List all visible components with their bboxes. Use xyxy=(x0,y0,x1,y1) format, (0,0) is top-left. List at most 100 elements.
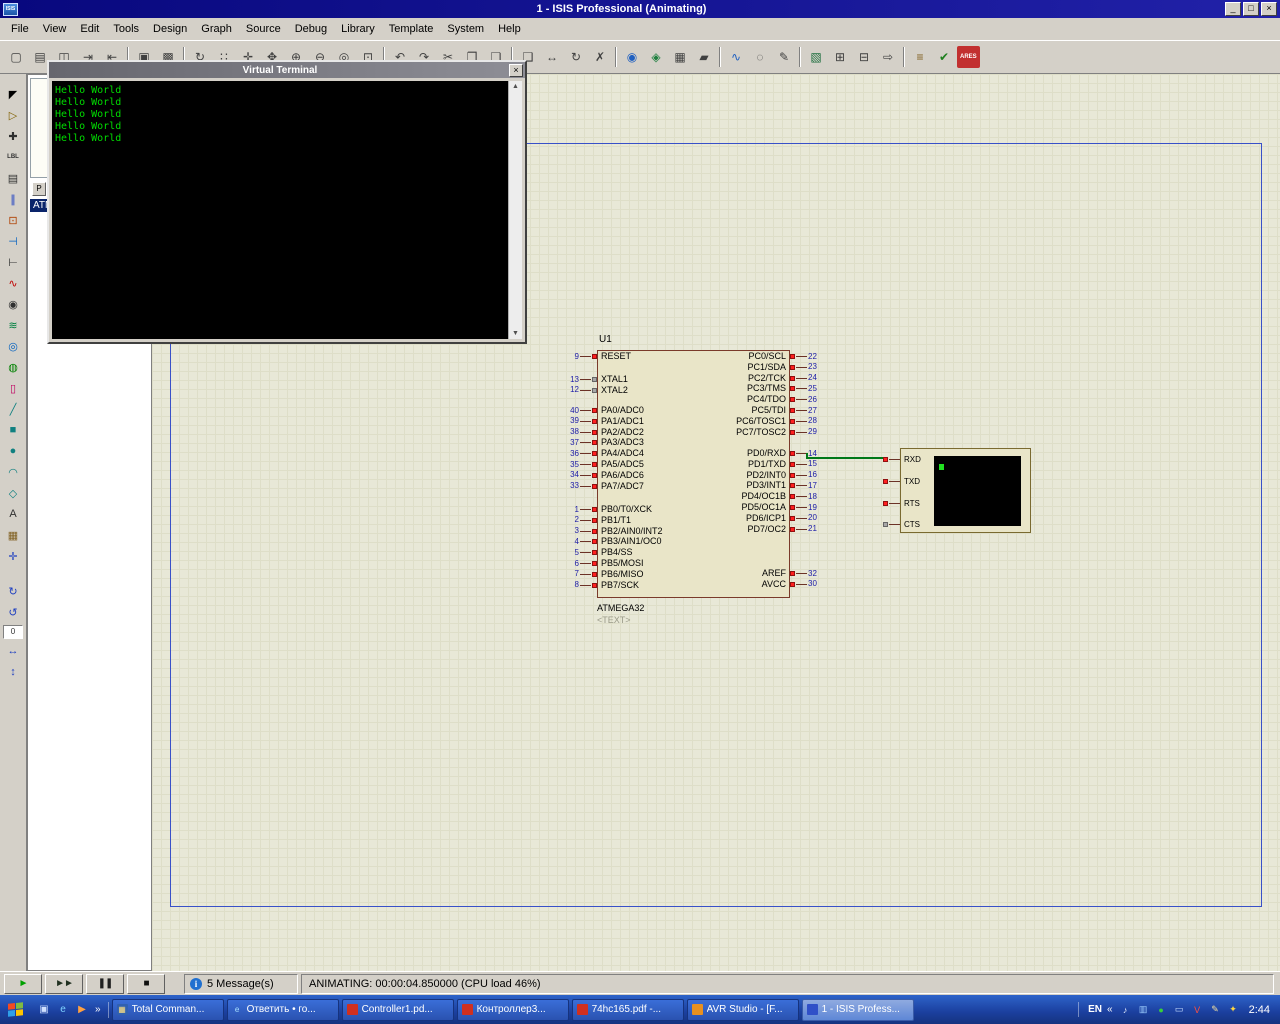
terminal-pin-rxd[interactable] xyxy=(883,455,901,464)
taskbar-task[interactable]: Контроллер3... xyxy=(457,999,569,1021)
2d-marker-icon[interactable]: ✛ xyxy=(2,546,24,566)
subcircuit-mode-icon[interactable]: ⊡ xyxy=(2,210,24,230)
menu-tools[interactable]: Tools xyxy=(106,20,146,38)
pin-reset[interactable]: 9 xyxy=(553,352,597,361)
pin-pc0-scl[interactable]: 22 xyxy=(790,352,834,361)
pin-pb7-sck[interactable]: 8 xyxy=(553,581,597,590)
netlist-to-ares-icon[interactable]: ARES xyxy=(957,46,980,68)
menu-view[interactable]: View xyxy=(36,20,74,38)
stop-button[interactable]: ■ xyxy=(127,974,165,994)
packaging-tool-icon[interactable]: ▦ xyxy=(669,46,691,68)
virtual-terminal-window[interactable]: Virtual Terminal × Hello WorldHello Worl… xyxy=(47,60,527,344)
taskbar-task[interactable]: Controller1.pd... xyxy=(342,999,454,1021)
menu-library[interactable]: Library xyxy=(334,20,382,38)
pin-pc4-tdo[interactable]: 26 xyxy=(790,395,834,404)
virtual-terminal-titlebar[interactable]: Virtual Terminal × xyxy=(49,62,525,78)
maximize-button[interactable]: □ xyxy=(1243,2,1259,16)
terminal-pin-cts[interactable] xyxy=(883,520,901,529)
tray-collapse-chevron[interactable]: « xyxy=(1107,1004,1113,1015)
taskbar-task[interactable]: ▦Total Comman... xyxy=(112,999,224,1021)
pin-pb6-miso[interactable]: 7 xyxy=(553,570,597,579)
virtual-terminal-output[interactable]: Hello WorldHello WorldHello WorldHello W… xyxy=(52,81,508,339)
new-sheet-icon[interactable]: ⊞ xyxy=(829,46,851,68)
pin-pd1-txd[interactable]: 15 xyxy=(790,460,834,469)
pin-aref[interactable]: 32 xyxy=(790,569,834,578)
message-panel[interactable]: i 5 Message(s) xyxy=(184,974,298,994)
quick-launch-chevron-icon[interactable]: » xyxy=(93,1004,103,1015)
pin-pa2-adc2[interactable]: 38 xyxy=(553,428,597,437)
menu-edit[interactable]: Edit xyxy=(73,20,106,38)
scroll-down-icon[interactable]: ▼ xyxy=(512,328,519,339)
wire-pd0-to-rxd[interactable] xyxy=(806,457,884,459)
component-virtual-terminal[interactable]: RXDTXDRTSCTS xyxy=(900,448,1031,533)
close-icon[interactable]: × xyxy=(509,64,523,77)
search-tag-icon[interactable]: ◌ xyxy=(749,46,771,68)
device-pins-mode-icon[interactable]: ⊢ xyxy=(2,252,24,272)
buses-mode-icon[interactable]: ∥ xyxy=(2,189,24,209)
pin-pc1-sda[interactable]: 23 xyxy=(790,363,834,372)
menu-system[interactable]: System xyxy=(440,20,491,38)
menu-source[interactable]: Source xyxy=(239,20,288,38)
play-button[interactable]: ► xyxy=(4,974,42,994)
pin-pd7-oc2[interactable]: 21 xyxy=(790,525,834,534)
pin-pa1-adc1[interactable]: 39 xyxy=(553,417,597,426)
terminal-pin-txd[interactable] xyxy=(883,477,901,486)
messenger-icon[interactable]: ✦ xyxy=(1226,1002,1241,1017)
graph-mode-icon[interactable]: ∿ xyxy=(2,273,24,293)
menu-file[interactable]: File xyxy=(4,20,36,38)
language-indicator[interactable]: EN xyxy=(1088,1004,1102,1015)
pin-pd5-oc1a[interactable]: 19 xyxy=(790,503,834,512)
step-button[interactable]: ►► xyxy=(45,974,83,994)
2d-path-icon[interactable]: ◇ xyxy=(2,483,24,503)
minimize-button[interactable]: _ xyxy=(1225,2,1241,16)
electrical-rules-check-icon[interactable]: ✔ xyxy=(933,46,955,68)
pin-xtal1[interactable]: 13 xyxy=(553,375,597,384)
pin-pc3-tms[interactable]: 25 xyxy=(790,384,834,393)
rotate-anticlockwise-icon[interactable]: ↺ xyxy=(2,602,24,622)
new-design-icon[interactable]: ▢ xyxy=(5,46,27,68)
pin-pd2-int0[interactable]: 16 xyxy=(790,471,834,480)
pin-pc6-tosc1[interactable]: 28 xyxy=(790,417,834,426)
pin-pb0-t0-xck[interactable]: 1 xyxy=(553,505,597,514)
2d-box-icon[interactable]: ■ xyxy=(2,420,24,440)
decompose-icon[interactable]: ▰ xyxy=(693,46,715,68)
volume-icon[interactable]: ♪ xyxy=(1118,1002,1133,1017)
pin-pc2-tck[interactable]: 24 xyxy=(790,374,834,383)
block-delete-icon[interactable]: ✗ xyxy=(589,46,611,68)
current-probe-mode-icon[interactable]: ◍ xyxy=(2,357,24,377)
pin-pd6-icp1[interactable]: 20 xyxy=(790,514,834,523)
pin-pb4-ss[interactable]: 5 xyxy=(553,548,597,557)
pin-pa3-adc3[interactable]: 37 xyxy=(553,438,597,447)
green-status-icon[interactable]: ● xyxy=(1154,1002,1169,1017)
pin-pb3-ain1-oc0[interactable]: 4 xyxy=(553,537,597,546)
pin-pb1-t1[interactable]: 2 xyxy=(553,516,597,525)
close-button[interactable]: × xyxy=(1261,2,1277,16)
pin-pc7-tosc2[interactable]: 29 xyxy=(790,428,834,437)
mirror-horizontal-icon[interactable]: ↔ xyxy=(2,641,24,661)
property-assignment-icon[interactable]: ✎ xyxy=(773,46,795,68)
mirror-vertical-icon[interactable]: ↕ xyxy=(2,662,24,682)
pick-parts-icon[interactable]: ◉ xyxy=(621,46,643,68)
menu-template[interactable]: Template xyxy=(382,20,441,38)
pin-pb5-mosi[interactable]: 6 xyxy=(553,559,597,568)
goto-sheet-icon[interactable]: ⇨ xyxy=(877,46,899,68)
block-move-icon[interactable]: ↔ xyxy=(541,46,563,68)
pause-button[interactable]: ❚❚ xyxy=(86,974,124,994)
pin-pa7-adc7[interactable]: 33 xyxy=(553,482,597,491)
2d-arc-icon[interactable]: ◠ xyxy=(2,462,24,482)
taskbar-task[interactable]: AVR Studio - [F... xyxy=(687,999,799,1021)
pick-devices-button[interactable]: P xyxy=(32,182,46,196)
text-script-mode-icon[interactable]: ▤ xyxy=(2,168,24,188)
make-device-icon[interactable]: ◈ xyxy=(645,46,667,68)
rotate-clockwise-icon[interactable]: ↻ xyxy=(2,581,24,601)
generator-mode-icon[interactable]: ≋ xyxy=(2,315,24,335)
menu-design[interactable]: Design xyxy=(146,20,194,38)
wire-autorouter-icon[interactable]: ∿ xyxy=(725,46,747,68)
menu-help[interactable]: Help xyxy=(491,20,528,38)
tape-recorder-mode-icon[interactable]: ◉ xyxy=(2,294,24,314)
block-rotate-icon[interactable]: ↻ xyxy=(565,46,587,68)
pin-pd3-int1[interactable]: 17 xyxy=(790,481,834,490)
network-icon[interactable]: ▥ xyxy=(1136,1002,1151,1017)
pin-pa5-adc5[interactable]: 35 xyxy=(553,460,597,469)
wire-label-mode-icon[interactable]: LBL xyxy=(2,147,24,167)
